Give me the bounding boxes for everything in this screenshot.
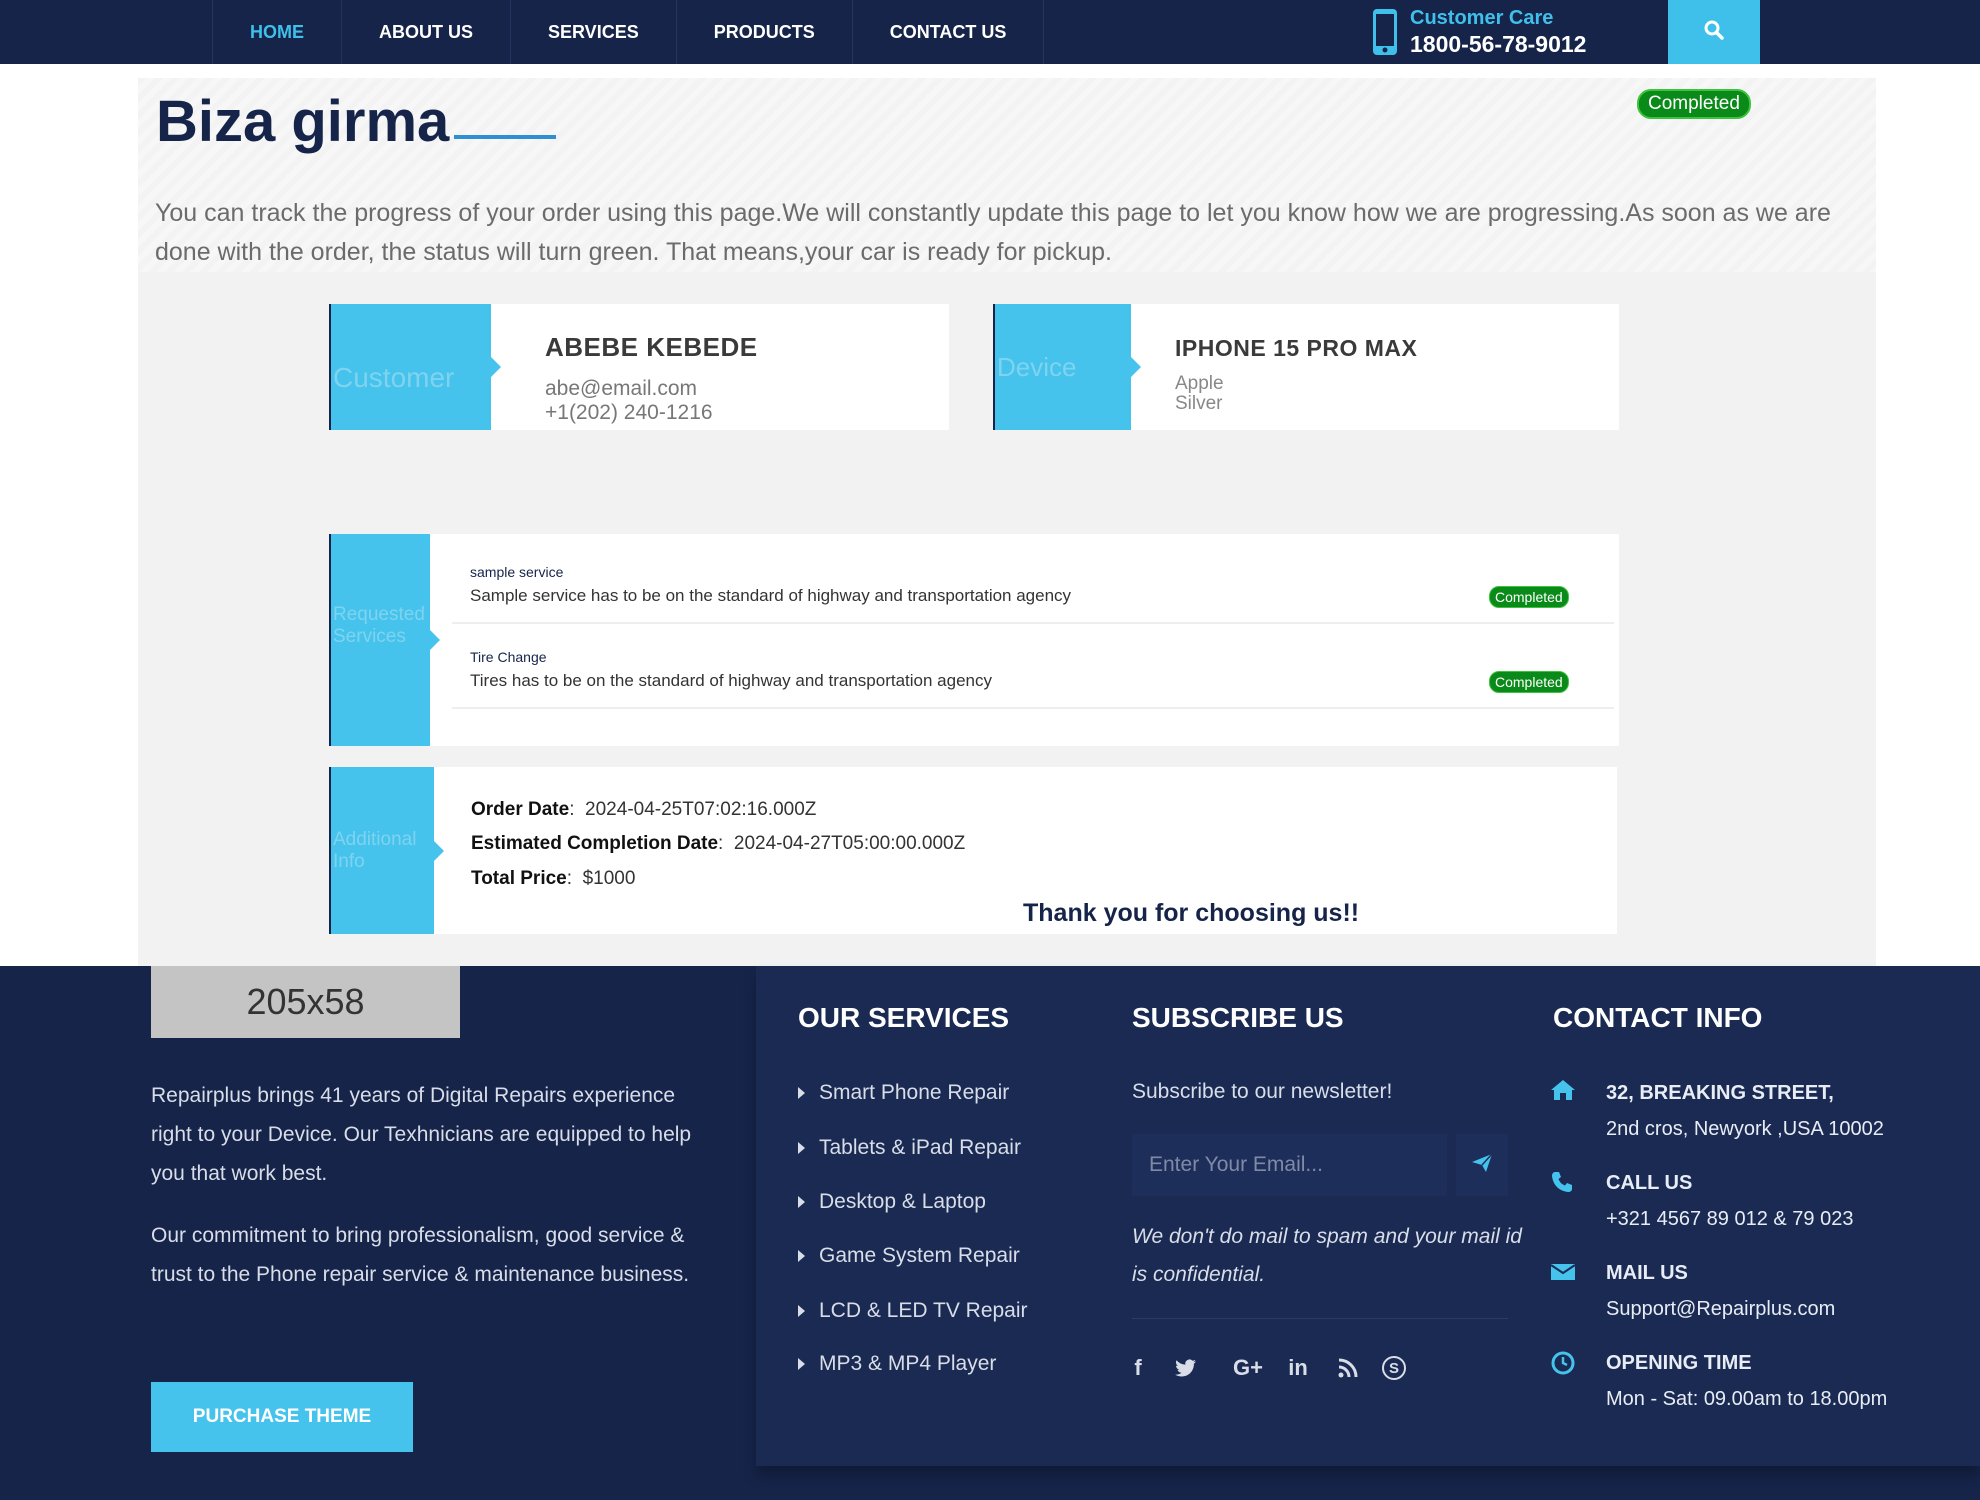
caret-right-icon — [798, 1358, 805, 1370]
paper-plane-icon — [1471, 1152, 1493, 1178]
device-color: Silver — [1175, 393, 1223, 414]
footer-service-link[interactable]: MP3 & MP4 Player — [798, 1352, 996, 1376]
newsletter-email-input[interactable] — [1132, 1134, 1447, 1196]
customer-phone: +1(202) 240-1216 — [545, 401, 713, 424]
customer-care-label: Customer Care — [1410, 7, 1554, 29]
search-icon — [1704, 20, 1724, 45]
subscribe-heading: SUBSCRIBE US — [1132, 1002, 1344, 1033]
call-us-number[interactable]: +321 4567 89 012 & 79 023 — [1606, 1208, 1853, 1231]
linkedin-icon[interactable]: in — [1282, 1352, 1314, 1384]
facebook-icon[interactable]: f — [1122, 1352, 1154, 1384]
total-price: Total Price: $1000 — [471, 868, 636, 889]
customer-care: Customer Care 1800-56-78-9012 — [1372, 2, 1586, 62]
service-status-badge: Completed — [1489, 671, 1569, 693]
service-row: sample service Sample service has to be … — [452, 552, 1614, 624]
footer-service-link[interactable]: Smart Phone Repair — [798, 1081, 1009, 1105]
our-services-heading: OUR SERVICES — [798, 1002, 1010, 1033]
caret-right-icon — [798, 1087, 805, 1099]
estimated-completion-date: Estimated Completion Date: 2024-04-27T05… — [471, 833, 966, 854]
order-status-badge: Completed — [1637, 89, 1751, 119]
service-description: Sample service has to be on the standard… — [470, 586, 1072, 605]
opening-time-label: OPENING TIME — [1606, 1352, 1752, 1374]
additional-info-label: Additional Info — [329, 767, 444, 934]
footer-about-text: Repairplus brings 41 years of Digital Re… — [151, 1084, 692, 1185]
subscribe-send-button[interactable] — [1456, 1134, 1508, 1196]
address-line-1: 32, BREAKING STREET, — [1606, 1082, 1834, 1104]
customer-name: ABEBE KEBEDE — [545, 332, 758, 362]
nav-about-us[interactable]: ABOUT US — [341, 0, 510, 64]
footer-service-link[interactable]: Desktop & Laptop — [798, 1190, 986, 1214]
customer-email: abe@email.com — [545, 377, 698, 400]
footer-service-link[interactable]: Tablets & iPad Repair — [798, 1136, 1021, 1160]
caret-right-icon — [798, 1250, 805, 1262]
customer-care-number[interactable]: 1800-56-78-9012 — [1410, 30, 1586, 58]
customer-card-label: Customer — [329, 304, 501, 430]
page-title: Biza girma — [156, 89, 450, 154]
device-name: IPHONE 15 PRO MAX — [1175, 335, 1418, 361]
service-name: Tire Change — [470, 649, 547, 665]
purchase-theme-button[interactable]: PURCHASE THEME — [151, 1382, 413, 1452]
device-card-label: Device — [993, 304, 1141, 430]
opening-time-value: Mon - Sat: 09.00am to 18.00pm — [1606, 1388, 1888, 1410]
order-date: Order Date: 2024-04-25T07:02:16.000Z — [471, 799, 817, 820]
mail-us-label: MAIL US — [1606, 1262, 1688, 1284]
main-nav: HOME ABOUT US SERVICES PRODUCTS CONTACT … — [212, 0, 1045, 64]
title-underline — [454, 135, 556, 139]
clock-icon — [1550, 1350, 1578, 1378]
google-plus-icon[interactable]: G+ — [1226, 1352, 1270, 1384]
caret-right-icon — [798, 1305, 805, 1317]
footer-service-link[interactable]: Game System Repair — [798, 1244, 1020, 1268]
caret-right-icon — [798, 1142, 805, 1154]
home-icon — [1550, 1078, 1578, 1106]
service-row: Tire Change Tires has to be on the stand… — [452, 637, 1614, 709]
caret-right-icon — [798, 1196, 805, 1208]
subscribe-text: Subscribe to our newsletter! — [1132, 1080, 1393, 1103]
service-status-badge: Completed — [1489, 586, 1569, 608]
service-name: sample service — [470, 564, 564, 580]
service-description: Tires has to be on the standard of highw… — [470, 671, 992, 690]
footer-logo-placeholder: 205x58 — [151, 966, 460, 1038]
nav-home[interactable]: HOME — [212, 0, 341, 64]
subscribe-privacy-note: We don't do mail to spam and your mail i… — [1132, 1225, 1522, 1286]
device-card: Device — [993, 304, 1619, 430]
mail-us-address[interactable]: Support@Repairplus.com — [1606, 1298, 1835, 1321]
search-button[interactable] — [1668, 0, 1760, 64]
twitter-icon[interactable] — [1170, 1352, 1202, 1384]
footer-divider — [1132, 1318, 1508, 1319]
mail-icon — [1550, 1262, 1578, 1290]
contact-info-heading: CONTACT INFO — [1553, 1002, 1763, 1033]
nav-services[interactable]: SERVICES — [510, 0, 676, 64]
footer-commitment-text: Our commitment to bring professionalism,… — [151, 1224, 690, 1286]
device-brand: Apple — [1175, 373, 1224, 394]
nav-contact-us[interactable]: CONTACT US — [851, 0, 1045, 64]
tracking-description: You can track the progress of your order… — [155, 199, 1831, 266]
footer-service-link[interactable]: LCD & LED TV Repair — [798, 1299, 1028, 1323]
call-us-label: CALL US — [1606, 1172, 1693, 1194]
nav-products[interactable]: PRODUCTS — [675, 0, 852, 64]
mobile-phone-icon — [1372, 8, 1398, 56]
rss-icon[interactable] — [1332, 1352, 1364, 1384]
requested-services-label: Requested Services — [329, 534, 440, 746]
skype-icon[interactable]: S — [1382, 1356, 1406, 1380]
address-line-2: 2nd cros, Newyork ,USA 10002 — [1606, 1118, 1884, 1140]
thank-you-message: Thank you for choosing us!! — [1023, 899, 1360, 927]
phone-icon — [1550, 1170, 1578, 1198]
